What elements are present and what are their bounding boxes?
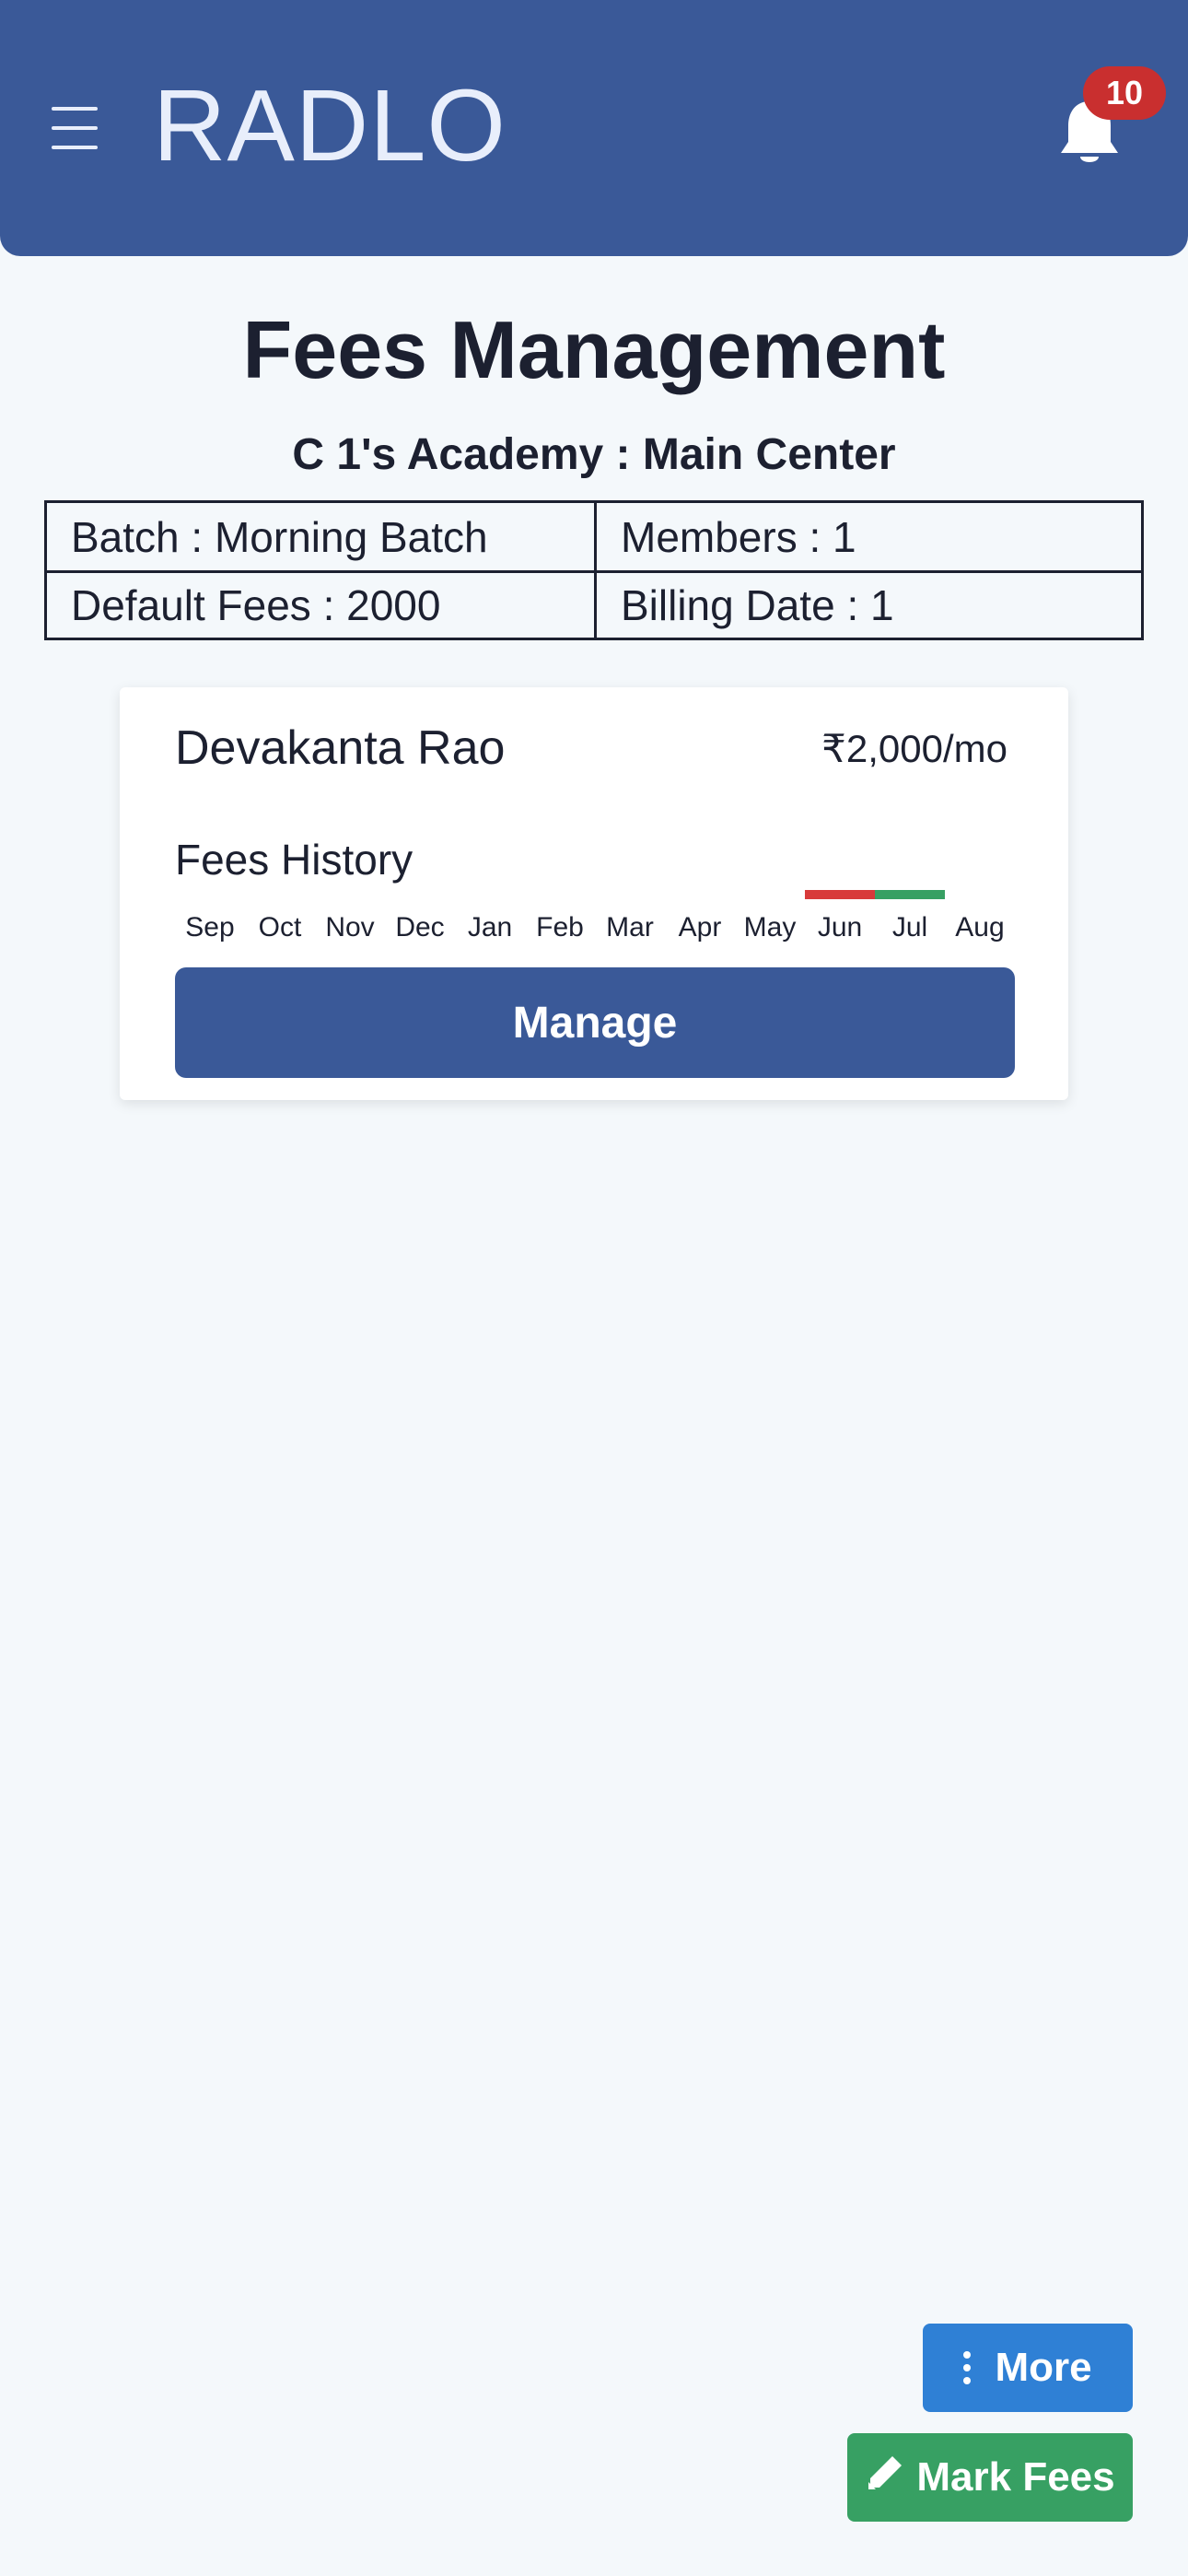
app-header: RADLO 10 (0, 0, 1188, 256)
more-button-label: More (995, 2345, 1092, 2390)
member-card: Devakanta Rao ₹2,000/mo Fees History Sep… (120, 687, 1068, 1100)
fees-history-timeline: Sep Oct Nov Dec Jan Feb Mar Apr May Jun Jul Aug (175, 890, 1015, 945)
month-aug: Aug (945, 890, 1015, 945)
month-label: Jan (467, 912, 513, 943)
mark-fees-button-label: Mark Fees (916, 2454, 1115, 2500)
month-label: Nov (325, 912, 375, 943)
month-label: Dec (395, 912, 445, 943)
hamburger-menu-icon[interactable] (52, 107, 99, 149)
month-jun: Jun (805, 890, 875, 945)
app-brand: RADLO (153, 69, 507, 182)
page-subtitle: C 1's Academy : Main Center (292, 430, 896, 479)
month-jan: Jan (455, 890, 525, 945)
page-title: Fees Management (242, 304, 946, 395)
month-apr: Apr (665, 890, 735, 945)
month-feb: Feb (525, 890, 595, 945)
month-label: Aug (955, 912, 1005, 943)
default-fees-cell: Default Fees : 2000 (47, 570, 594, 638)
month-label: Sep (185, 912, 235, 943)
batch-name-cell: Batch : Morning Batch (71, 512, 488, 561)
member-name: Devakanta Rao (175, 721, 506, 775)
mark-fees-button[interactable]: Mark Fees (847, 2433, 1133, 2522)
month-oct: Oct (245, 890, 315, 945)
notification-badge[interactable]: 10 (1083, 66, 1166, 120)
month-label: Mar (606, 912, 654, 943)
vertical-dots-icon (963, 2351, 972, 2384)
month-dec: Dec (385, 890, 455, 945)
member-fee: ₹2,000/mo (821, 727, 1007, 770)
month-status-bar-paid (875, 890, 945, 899)
fees-history-title: Fees History (175, 836, 413, 884)
month-label: Feb (536, 912, 584, 943)
month-jul: Jul (875, 890, 945, 945)
month-nov: Nov (315, 890, 385, 945)
month-status-bar-unpaid (805, 890, 875, 899)
pen-icon (865, 2453, 905, 2503)
month-label: Oct (258, 912, 302, 943)
month-label: Jul (891, 912, 928, 943)
month-mar: Mar (595, 890, 665, 945)
month-label: Apr (678, 912, 722, 943)
billing-date-cell: Billing Date : 1 (594, 570, 1141, 638)
month-sep: Sep (175, 890, 245, 945)
month-label: May (743, 912, 797, 943)
more-button[interactable]: More (923, 2324, 1133, 2412)
month-label: Jun (817, 912, 863, 943)
members-count-cell: Members : 1 (594, 503, 1141, 570)
manage-button[interactable]: Manage (175, 967, 1015, 1078)
app-root: RADLO 10 Fees Management C 1's Academy :… (0, 0, 1188, 2576)
batch-info-table: Batch : Morning Batch Members : 1 Defaul… (44, 500, 1144, 640)
month-may: May (735, 890, 805, 945)
